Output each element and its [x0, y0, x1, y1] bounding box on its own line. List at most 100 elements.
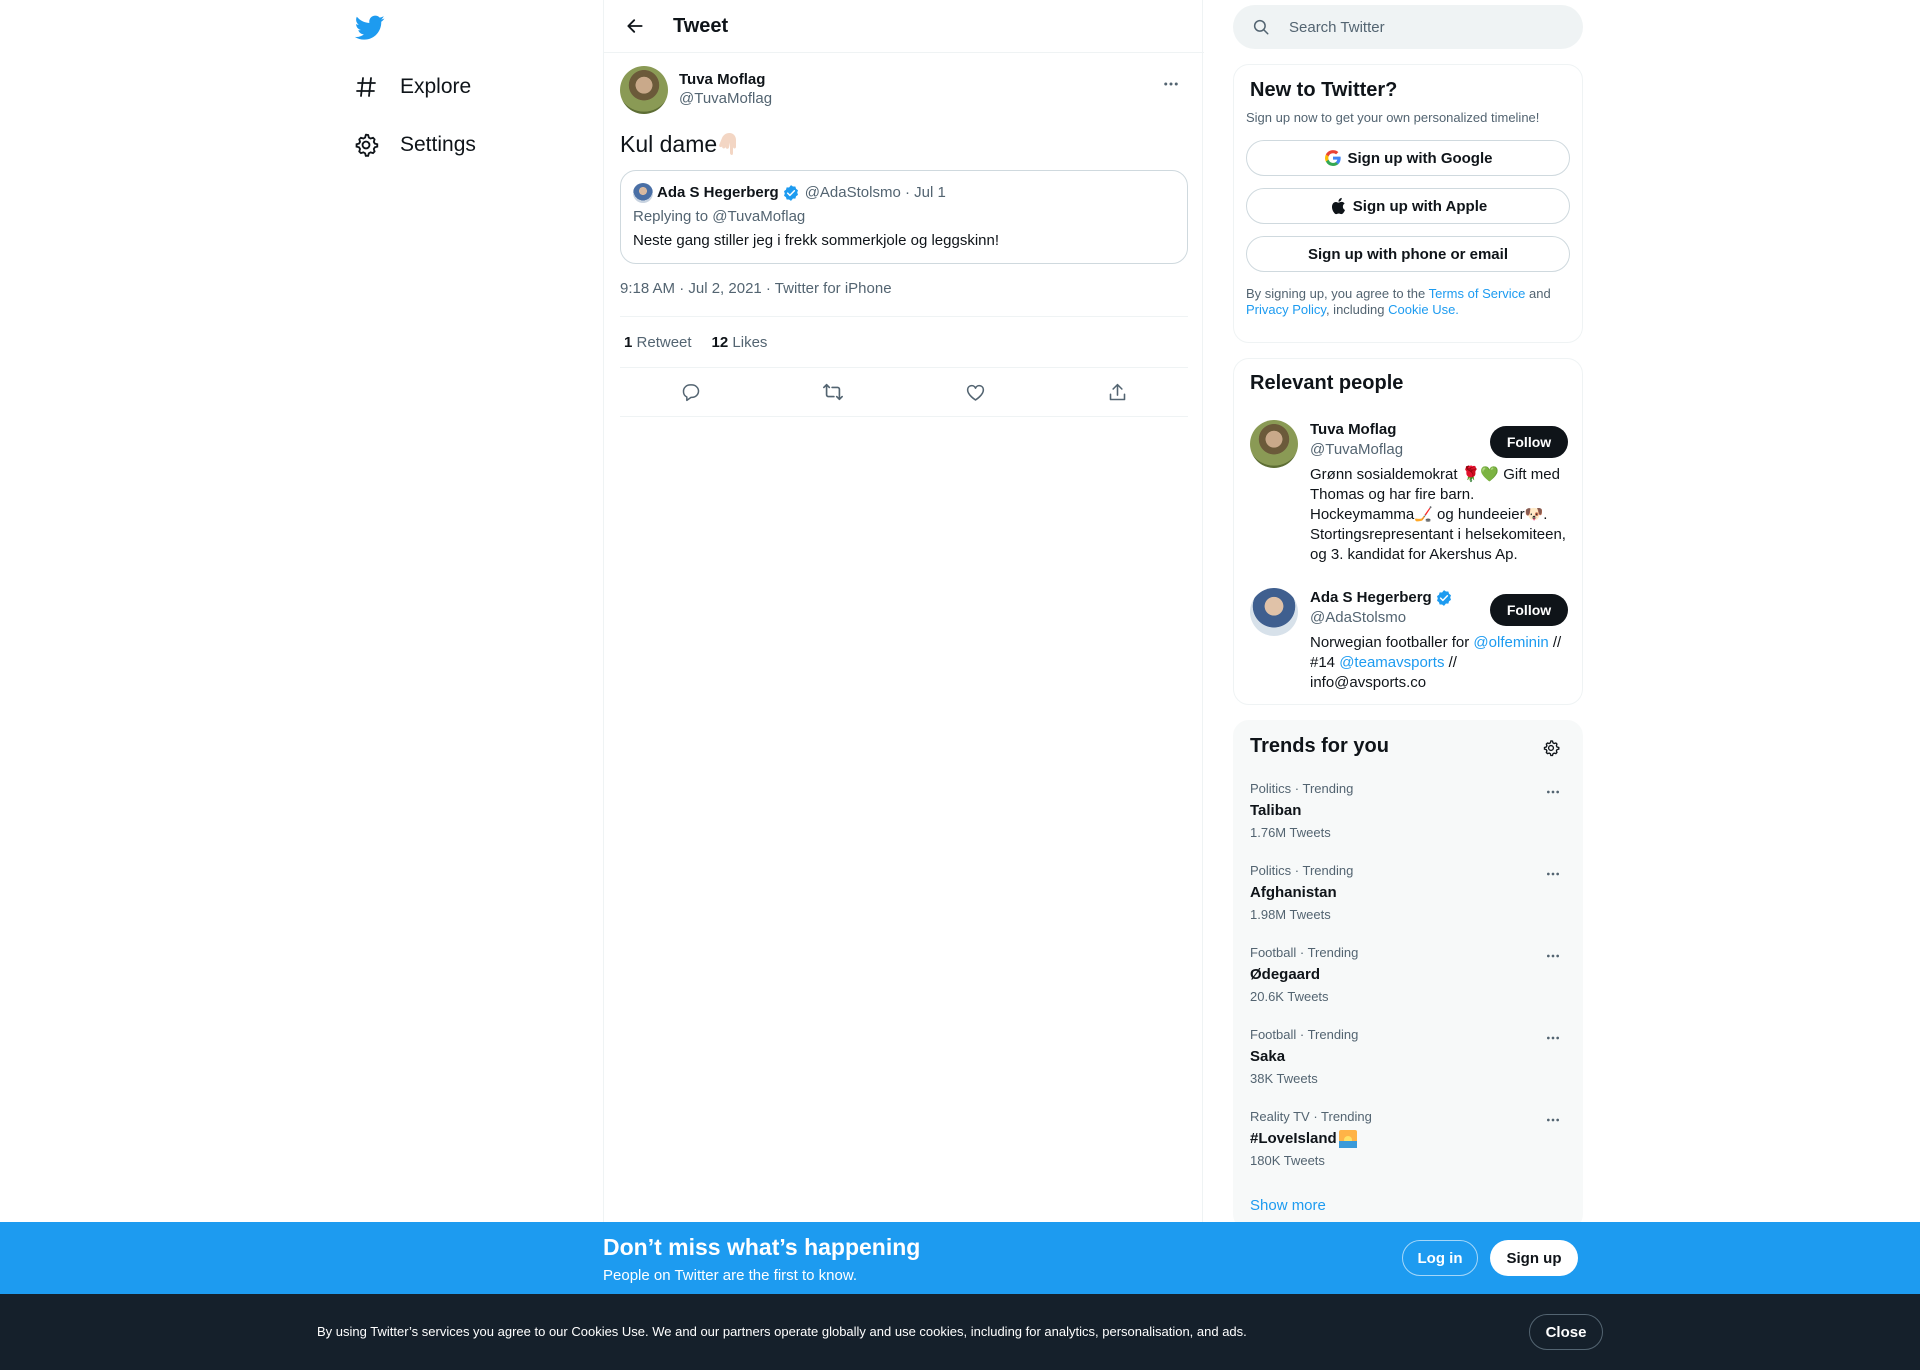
retweets-count: 1 — [624, 333, 633, 351]
cookie-close-button[interactable]: Close — [1529, 1314, 1603, 1350]
signup-subtitle: Sign up now to get your own personalized… — [1246, 110, 1540, 125]
likes-count: 12 — [711, 333, 729, 351]
follow-button[interactable]: Follow — [1490, 594, 1568, 626]
search-icon — [1251, 17, 1271, 37]
verified-badge-icon — [1435, 589, 1453, 607]
trend-name: Taliban — [1250, 802, 1302, 819]
share-icon[interactable] — [1100, 375, 1134, 409]
tweet-timestamp[interactable]: 9:18 AM · Jul 2, 2021 · Twitter for iPho… — [620, 280, 892, 297]
show-more-link[interactable]: Show more — [1250, 1197, 1326, 1214]
trend-name: Afghanistan — [1250, 884, 1337, 901]
trend-count: 1.76M Tweets — [1250, 825, 1331, 840]
nav-explore[interactable]: Explore — [340, 59, 483, 115]
hashtag-icon — [352, 73, 380, 101]
more-options-icon[interactable] — [1538, 863, 1568, 885]
follow-button[interactable]: Follow — [1490, 426, 1568, 458]
tweet-actions — [620, 368, 1188, 417]
trend-item[interactable]: Reality TV · Trending #LoveIsland 180K T… — [1250, 1109, 1568, 1191]
legal-text-1: By signing up, you agree to the — [1246, 286, 1429, 301]
trend-count: 1.98M Tweets — [1250, 907, 1331, 922]
trend-context: Football · Trending — [1250, 1027, 1359, 1042]
person-handle[interactable]: @AdaStolsmo — [1310, 608, 1453, 628]
like-heart-icon[interactable] — [958, 375, 992, 409]
login-button[interactable]: Log in — [1402, 1240, 1478, 1276]
quote-body: Neste gang stiller jeg i frekk sommerkjo… — [633, 232, 999, 249]
bio-mention-link[interactable]: @olfeminin — [1473, 634, 1548, 651]
trend-context: Reality TV · Trending — [1250, 1109, 1372, 1124]
google-icon — [1324, 149, 1342, 167]
trend-context: Politics · Trending — [1250, 863, 1354, 878]
trends-settings-gear-icon[interactable] — [1536, 733, 1566, 763]
legal-text-3: , including — [1325, 302, 1389, 317]
more-options-icon[interactable] — [1538, 781, 1568, 803]
trend-context: Football · Trending — [1250, 945, 1359, 960]
replying-to-prefix: Replying to — [633, 208, 713, 225]
tweet-stats: 1 Retweet 12 Likes — [620, 316, 1188, 368]
replying-to-handle[interactable]: @TuvaMoflag — [712, 208, 805, 225]
privacy-link[interactable]: Privacy Policy — [1246, 302, 1326, 317]
signup-banner: Don’t miss what’s happening People on Tw… — [0, 1222, 1920, 1294]
new-to-twitter-card: New to Twitter? Sign up now to get your … — [1233, 64, 1583, 343]
trends-card: Trends for you Politics · Trending Talib… — [1233, 720, 1583, 1230]
back-arrow-icon[interactable] — [618, 9, 652, 43]
tweet-text: Kul dame — [620, 129, 739, 159]
bio-text-1: Norwegian footballer for — [1310, 634, 1474, 651]
trend-name: Ødegaard — [1250, 966, 1321, 983]
relevant-people-card: Relevant people Tuva Moflag @TuvaMoflag … — [1233, 358, 1583, 705]
person-name-row[interactable]: Ada S Hegerberg — [1310, 588, 1453, 608]
retweets-label: Retweet — [636, 333, 692, 351]
more-options-icon[interactable] — [1154, 67, 1188, 101]
twitter-logo-icon[interactable] — [350, 11, 390, 45]
quoted-tweet[interactable]: Ada S Hegerberg @AdaStolsmo · Jul 1 Repl… — [620, 170, 1188, 264]
author-handle[interactable]: @TuvaMoflag — [679, 89, 772, 109]
page-header: Tweet — [604, 0, 1204, 53]
gear-icon — [352, 131, 380, 159]
person-bio: Grønn sosialdemokrat 🌹💚 Gift med Thomas … — [1310, 466, 1566, 563]
person-handle[interactable]: @TuvaMoflag — [1310, 440, 1403, 460]
more-options-icon[interactable] — [1538, 1027, 1568, 1049]
search-bar[interactable] — [1233, 5, 1583, 49]
quote-avatar[interactable] — [633, 183, 653, 203]
nav-settings[interactable]: Settings — [340, 117, 488, 173]
cookie-consent-bar: By using Twitter’s services you agree to… — [0, 1294, 1920, 1370]
legal-text-2: and — [1525, 286, 1551, 301]
bio-mention-link[interactable]: @teamavsports — [1339, 654, 1444, 671]
new-to-twitter-title: New to Twitter? — [1250, 79, 1398, 101]
quote-author-name[interactable]: Ada S Hegerberg — [657, 183, 779, 203]
person-name[interactable]: Ada S Hegerberg — [1310, 588, 1432, 608]
nav-explore-label: Explore — [400, 75, 472, 98]
likes-label: Likes — [732, 333, 768, 351]
likes-stat[interactable]: 12 Likes — [712, 334, 768, 351]
signup-apple-button[interactable]: Sign up with Apple — [1246, 188, 1570, 224]
terms-link[interactable]: Terms of Service — [1429, 286, 1526, 301]
retweets-stat[interactable]: 1 Retweet — [624, 334, 692, 351]
signup-button[interactable]: Sign up — [1490, 1240, 1578, 1276]
signup-phone-label: Sign up with phone or email — [1307, 245, 1508, 263]
trend-item[interactable]: Politics · Trending Afghanistan 1.98M Tw… — [1250, 863, 1568, 945]
cookie-use-link[interactable]: Cookie Use. — [1388, 302, 1459, 317]
search-input[interactable] — [1289, 18, 1569, 36]
tweet-text-content: Kul dame — [620, 131, 718, 157]
reply-icon[interactable] — [674, 375, 708, 409]
avatar[interactable] — [1250, 420, 1298, 468]
apple-icon — [1329, 197, 1347, 215]
trend-item[interactable]: Football · Trending Ødegaard 20.6K Tweet… — [1250, 945, 1568, 1027]
trend-item[interactable]: Football · Trending Saka 38K Tweets — [1250, 1027, 1568, 1109]
retweet-icon[interactable] — [816, 375, 850, 409]
trend-item[interactable]: Politics · Trending Taliban 1.76M Tweets — [1250, 781, 1568, 863]
signup-google-button[interactable]: Sign up with Google — [1246, 140, 1570, 176]
tweet-author[interactable]: Tuva Moflag @TuvaMoflag — [620, 66, 772, 114]
more-options-icon[interactable] — [1538, 945, 1568, 967]
person-name[interactable]: Tuva Moflag — [1310, 420, 1403, 440]
verified-badge-icon — [782, 184, 800, 202]
avatar[interactable] — [620, 66, 668, 114]
avatar[interactable] — [1250, 588, 1298, 636]
signup-phone-email-button[interactable]: Sign up with phone or email — [1246, 236, 1570, 272]
sunset-emoji-icon — [1338, 1130, 1357, 1148]
signup-apple-label: Sign up with Apple — [1352, 197, 1488, 215]
signup-google-label: Sign up with Google — [1347, 149, 1493, 167]
author-name[interactable]: Tuva Moflag — [679, 70, 772, 89]
trend-count: 38K Tweets — [1250, 1071, 1318, 1086]
more-options-icon[interactable] — [1538, 1109, 1568, 1131]
trend-count: 20.6K Tweets — [1250, 989, 1329, 1004]
